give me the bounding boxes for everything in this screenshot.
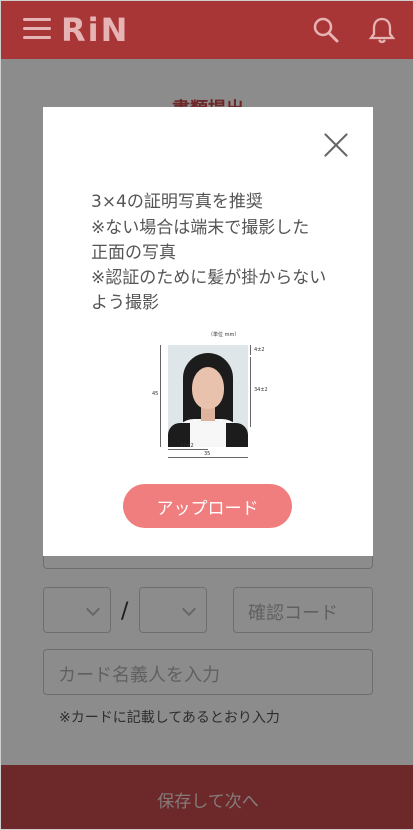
guidance-line: ※認証のために髪が掛からない xyxy=(91,268,327,288)
sample-id-photo xyxy=(168,345,248,447)
search-icon[interactable] xyxy=(311,15,341,45)
height-dimension: 45 xyxy=(152,391,159,397)
unit-label: （単位 mm） xyxy=(208,332,240,338)
id-photo-spec-diagram: （単位 mm） 45 4±2 34±2 17±2 35 xyxy=(152,332,274,459)
photo-guidance-modal: 3×4の証明写真を推奨 ※ない場合は端末で撮影した 正面の写真 ※認証のために髪… xyxy=(43,107,373,556)
guidance-line: 3×4の証明写真を推奨 xyxy=(91,192,263,212)
close-icon[interactable] xyxy=(323,132,349,158)
app-screen: RiN 書類提出 / 確認コード カード名義人を入力 xyxy=(0,0,414,830)
guidance-line: よう撮影 xyxy=(91,293,159,313)
hamburger-menu-icon[interactable] xyxy=(23,18,51,40)
guidance-line: ※ない場合は端末で撮影した xyxy=(91,218,310,238)
upload-button[interactable]: アップロード xyxy=(123,484,292,528)
app-logo: RiN xyxy=(61,11,130,49)
app-header: RiN xyxy=(1,1,413,59)
width-dimension: 35 xyxy=(204,451,211,457)
half-width-dimension: 17±2 xyxy=(180,443,194,449)
guidance-line: 正面の写真 xyxy=(91,243,176,263)
top-margin-dimension: 4±2 xyxy=(254,347,265,353)
bell-icon[interactable] xyxy=(367,15,397,45)
face-height-dimension: 34±2 xyxy=(254,387,268,393)
